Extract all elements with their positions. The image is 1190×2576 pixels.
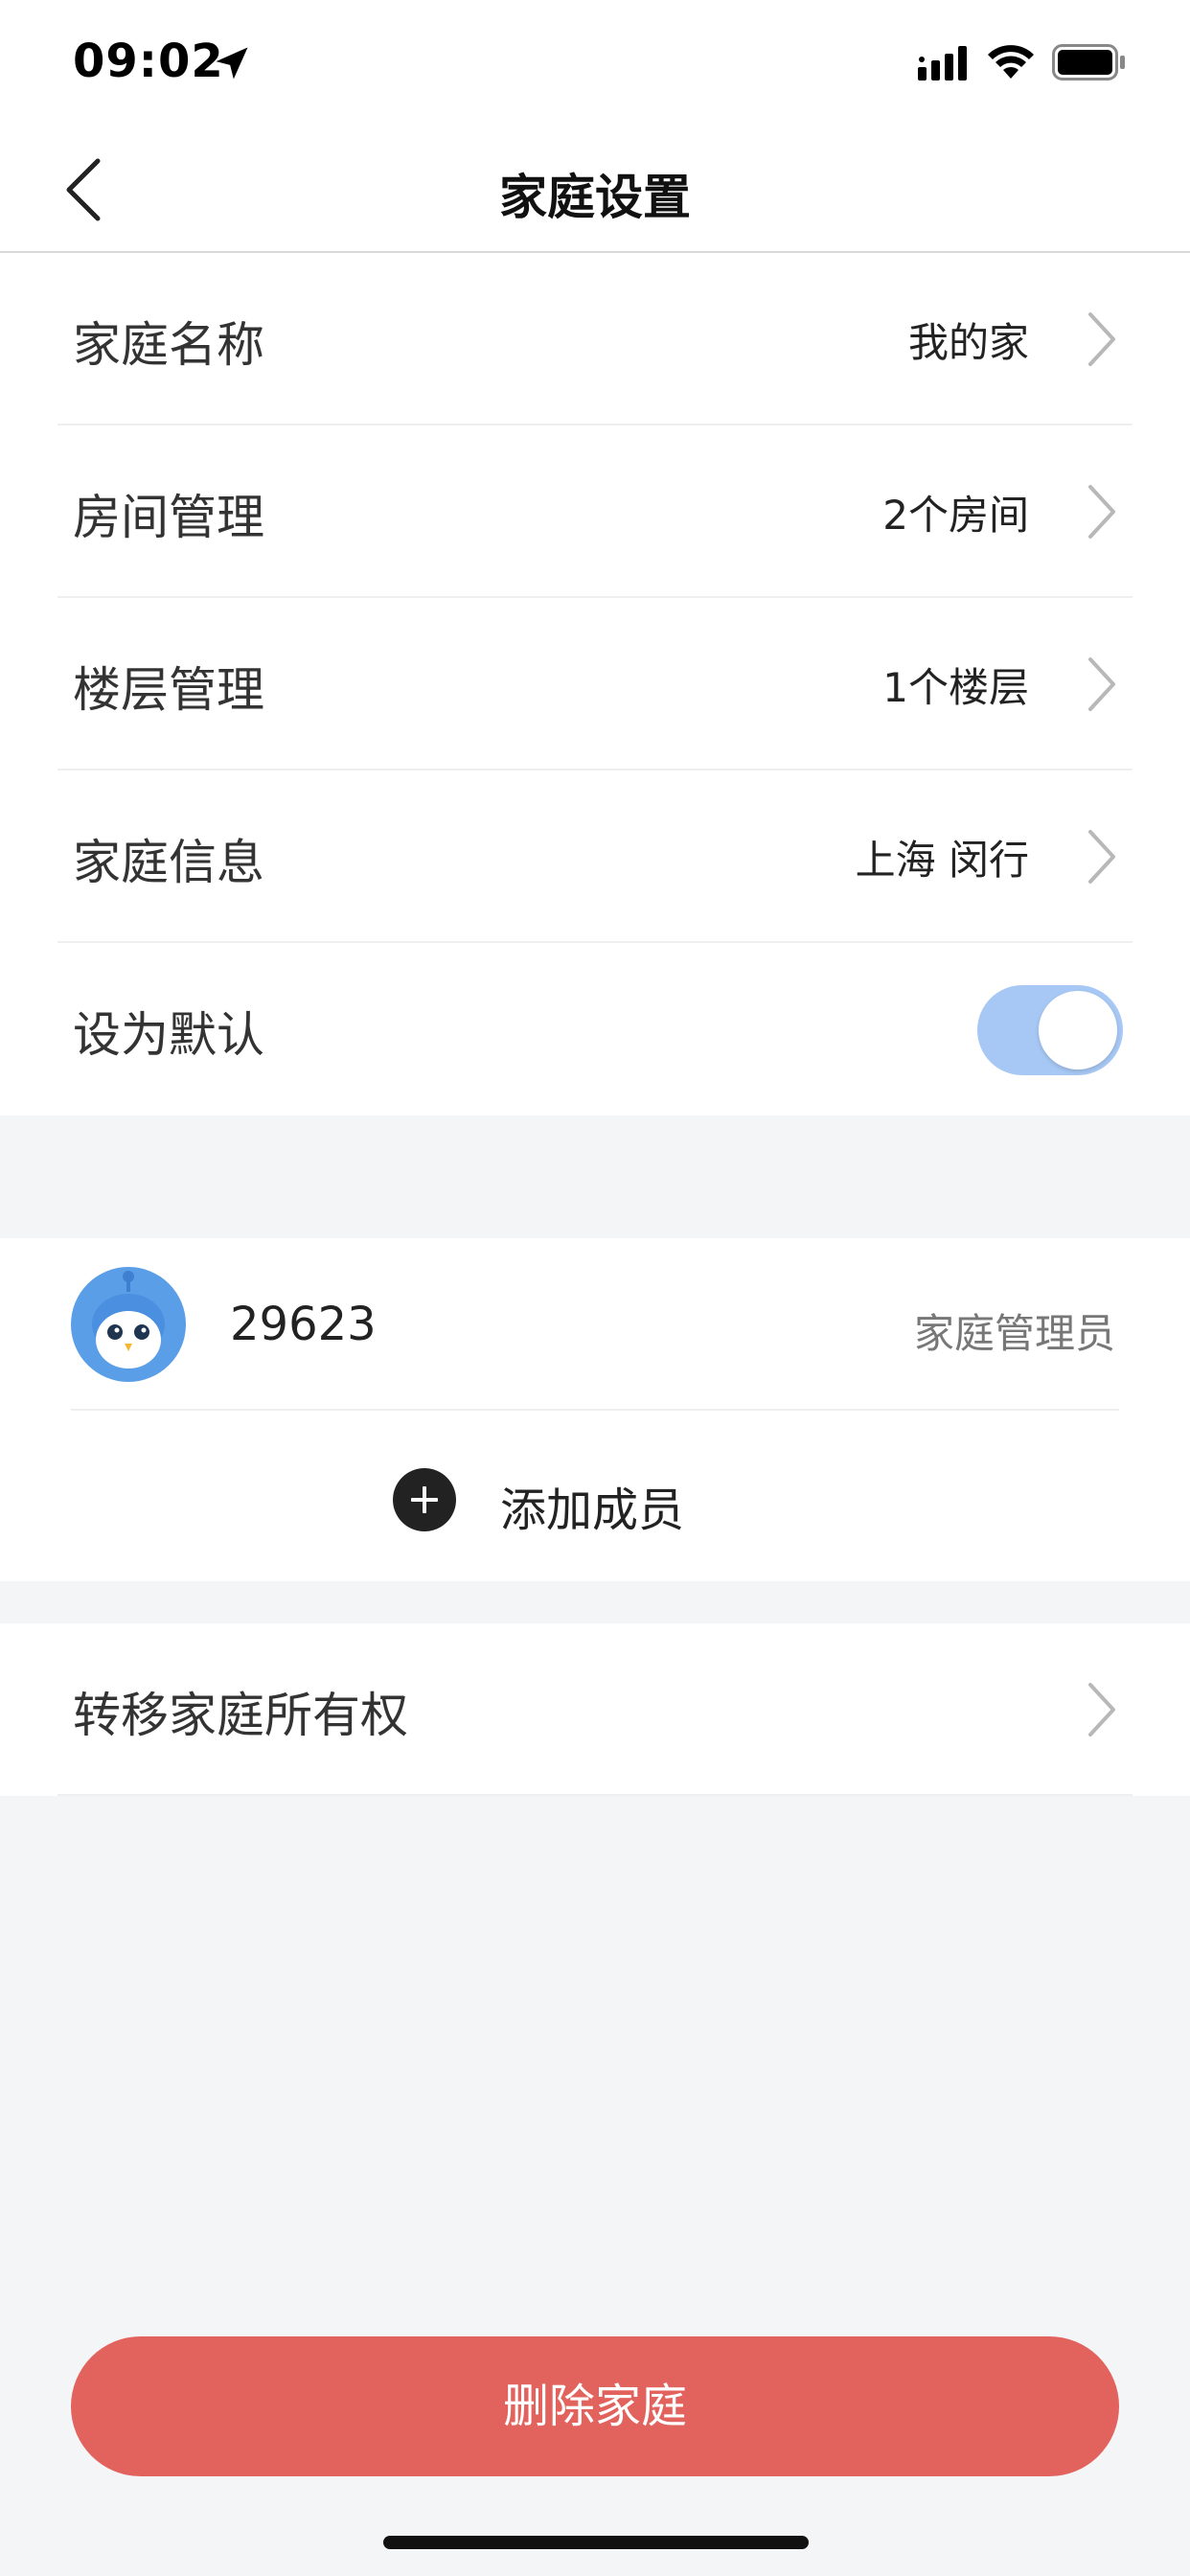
toggle-knob [1039,991,1117,1070]
chevron-right-icon [1088,830,1115,884]
chevron-right-icon [1088,1683,1115,1736]
family-info-value: 上海 闵行 [855,837,1029,884]
chevron-right-icon [1088,312,1115,366]
transfer-ownership-group: 转移家庭所有权 [0,1623,1190,1796]
transfer-ownership-row[interactable]: 转移家庭所有权 [0,1623,1190,1796]
page: 09:02 家庭设置 家庭名称 我的家 房间管理 2个房间 楼层管理 1个楼层 … [0,0,1190,2576]
home-indicator [383,2536,809,2549]
family-info-label: 家庭信息 [73,835,264,890]
plus-circle-icon [393,1468,456,1531]
row-divider [57,1794,1133,1796]
transfer-ownership-label: 转移家庭所有权 [73,1688,408,1743]
chevron-right-icon [1088,657,1115,711]
set-default-label: 设为默认 [73,1007,264,1063]
navigation-bar: 家庭设置 [0,126,1190,253]
wifi-icon [988,45,1034,79]
delete-family-button[interactable]: 删除家庭 [71,2336,1119,2476]
room-management-row[interactable]: 房间管理 2个房间 [0,426,1190,598]
floor-management-row[interactable]: 楼层管理 1个楼层 [0,598,1190,770]
robot-avatar-icon [71,1267,186,1382]
status-time: 09:02 [73,34,224,88]
cellular-signal-icon [918,46,967,80]
add-member-label: 添加成员 [500,1484,685,1537]
battery-icon [1052,44,1125,80]
member-name: 29623 [230,1298,377,1351]
add-member-button[interactable]: 添加成员 [393,1464,776,1537]
family-settings-group: 家庭名称 我的家 房间管理 2个房间 楼层管理 1个楼层 家庭信息 上海 闵行 … [0,253,1190,1116]
page-title: 家庭设置 [499,170,691,225]
room-management-value: 2个房间 [882,492,1029,539]
floor-management-value: 1个楼层 [882,664,1029,711]
family-name-value: 我的家 [907,319,1029,366]
family-name-row[interactable]: 家庭名称 我的家 [0,253,1190,426]
room-management-label: 房间管理 [73,490,264,545]
location-arrow-icon [216,47,248,80]
member-divider [71,1409,1119,1411]
family-info-row[interactable]: 家庭信息 上海 闵行 [0,770,1190,943]
status-bar: 09:02 [0,0,1190,126]
set-default-toggle[interactable] [977,985,1123,1075]
family-name-label: 家庭名称 [73,317,264,373]
floor-management-label: 楼层管理 [73,662,264,718]
chevron-right-icon [1088,485,1115,539]
members-group: 29623 家庭管理员 添加成员 [0,1238,1190,1581]
member-role: 家庭管理员 [913,1310,1115,1357]
